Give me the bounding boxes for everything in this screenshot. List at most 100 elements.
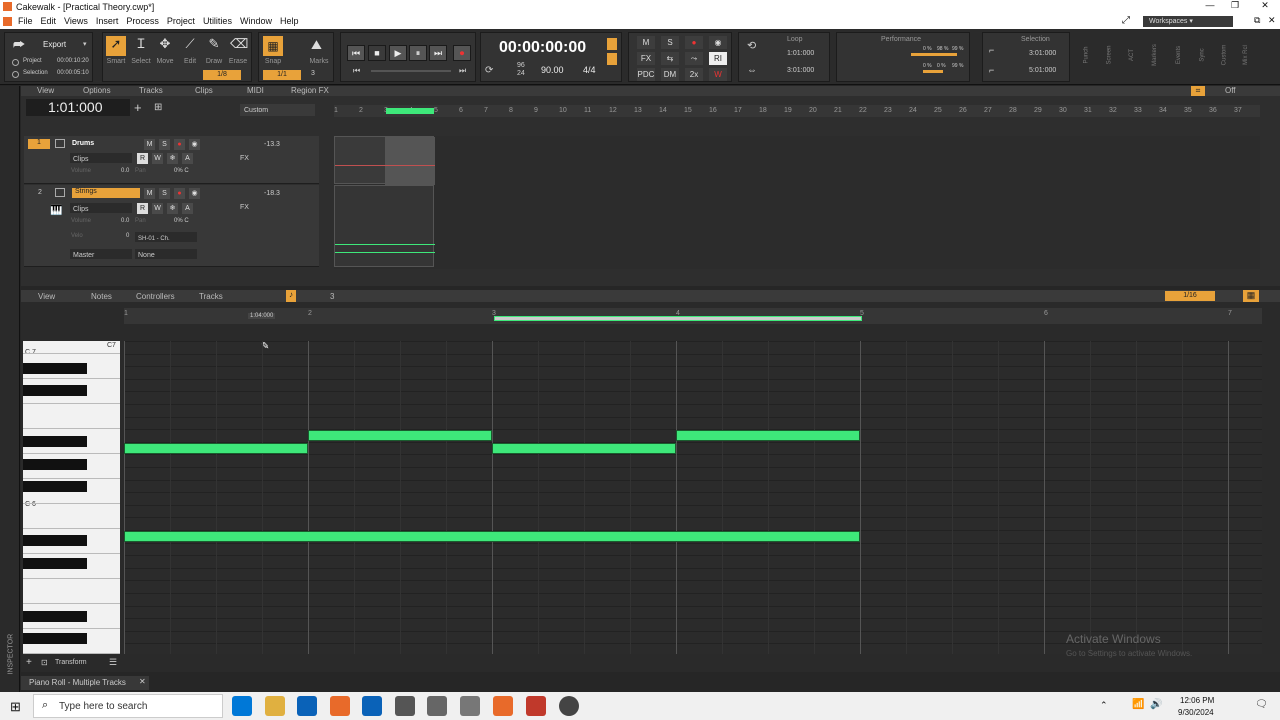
pr-ruler[interactable]: 1:04:000 1 2 3 4 5 6 7 bbox=[124, 308, 1262, 324]
expand-icon[interactable]: ⤢ bbox=[1122, 15, 1130, 26]
black-key[interactable] bbox=[23, 611, 87, 622]
tv-menu-clips[interactable]: Clips bbox=[195, 86, 213, 95]
selection-radio[interactable] bbox=[12, 71, 19, 78]
pr-menu-controllers[interactable]: Controllers bbox=[136, 292, 175, 301]
2x-button[interactable]: 2x bbox=[685, 68, 703, 81]
sync-module[interactable]: Sync bbox=[1200, 48, 1206, 61]
tray-arrow-icon[interactable]: ⌃ bbox=[1100, 700, 1108, 711]
dm-button[interactable]: DM bbox=[661, 68, 679, 81]
track-2[interactable]: 2 Strings M S ● ◉ -18.3 Clips 🎹 R W ❄ A … bbox=[24, 185, 319, 267]
add-controller-icon[interactable]: + bbox=[26, 657, 32, 668]
file-explorer-icon[interactable] bbox=[297, 696, 317, 716]
pan-value[interactable]: 0% C bbox=[174, 218, 189, 224]
go-start-icon[interactable]: ⏮ bbox=[353, 66, 360, 76]
read-button[interactable]: R bbox=[137, 203, 148, 214]
punch-module[interactable]: Punch bbox=[1084, 46, 1090, 63]
countin-button[interactable] bbox=[607, 53, 617, 65]
mixrcl-module[interactable]: Mix Rcl bbox=[1243, 45, 1249, 65]
play-button[interactable]: ▶ bbox=[389, 45, 407, 61]
firefox-icon[interactable] bbox=[330, 696, 350, 716]
close-button[interactable]: ✕ bbox=[1255, 0, 1275, 11]
close-tab-icon[interactable]: ✕ bbox=[139, 677, 146, 686]
stop-button[interactable]: ■ bbox=[368, 45, 386, 61]
workspaces-dropdown[interactable]: Workspaces ▾ bbox=[1143, 16, 1233, 27]
clips-pane[interactable] bbox=[334, 136, 1260, 269]
arm-button[interactable]: ● bbox=[174, 139, 185, 150]
track-folder-icon[interactable]: ⊞ bbox=[154, 102, 162, 113]
events-module[interactable]: Events bbox=[1176, 46, 1182, 64]
snap-grid-button[interactable]: ▦ bbox=[263, 36, 283, 56]
solo-button[interactable]: S bbox=[159, 188, 170, 199]
restore-down-icon[interactable]: ⧉ bbox=[1254, 15, 1260, 26]
transform-label[interactable]: Transform bbox=[55, 659, 87, 666]
tempo-value[interactable]: 90.00 bbox=[541, 65, 564, 75]
transport-time[interactable]: 00:00:00:00 bbox=[499, 39, 586, 57]
sel-end[interactable]: 5:01:000 bbox=[1029, 67, 1056, 74]
edge-icon[interactable] bbox=[265, 696, 285, 716]
menu-views[interactable]: Views bbox=[60, 14, 92, 26]
draw-tool-button[interactable]: ✎ bbox=[204, 36, 224, 56]
black-key[interactable] bbox=[23, 436, 87, 447]
record-button[interactable]: ⏺ bbox=[453, 45, 471, 61]
loop-start[interactable]: 1:01:000 bbox=[787, 50, 814, 57]
volume-value[interactable]: 0.0 bbox=[121, 218, 129, 224]
write-button[interactable]: W bbox=[152, 203, 163, 214]
snap-value-field[interactable]: 1/8 bbox=[203, 70, 241, 80]
midi-note[interactable] bbox=[124, 531, 860, 542]
read-button[interactable]: R bbox=[137, 153, 148, 164]
menu-project[interactable]: Project bbox=[163, 14, 199, 26]
project-radio[interactable] bbox=[12, 59, 19, 66]
sel-end-icon[interactable]: ⌐ bbox=[989, 65, 994, 75]
track-name[interactable]: Strings bbox=[72, 188, 140, 198]
edit-tool-button[interactable]: ⟋ bbox=[180, 36, 200, 56]
now-time-field[interactable]: 1:01:000 bbox=[26, 99, 130, 116]
pdc-button[interactable]: PDC bbox=[637, 68, 655, 81]
midi-note[interactable] bbox=[676, 430, 860, 441]
archive-icon[interactable]: A bbox=[182, 203, 193, 214]
tv-tool-icon[interactable]: ⌗ bbox=[1191, 86, 1205, 96]
fx-bin-label[interactable]: FX bbox=[240, 155, 249, 162]
task-view-icon[interactable] bbox=[232, 696, 252, 716]
loop-toggle-icon[interactable]: ⟳ bbox=[485, 65, 493, 76]
freeze-icon[interactable]: ❄ bbox=[167, 153, 178, 164]
synth-dropdown[interactable]: SH-01 - Ch. bbox=[135, 232, 197, 242]
volume-icon[interactable]: 🔊 bbox=[1150, 699, 1162, 710]
app-circle-icon[interactable] bbox=[559, 696, 579, 716]
custom-module[interactable]: Custom bbox=[1221, 45, 1227, 66]
tv-menu-view[interactable]: View bbox=[37, 86, 54, 95]
add-track-icon[interactable]: + bbox=[134, 100, 142, 115]
freeze-icon[interactable]: ❄ bbox=[167, 203, 178, 214]
position-slider[interactable] bbox=[371, 70, 451, 72]
tv-off-label[interactable]: Off bbox=[1225, 86, 1236, 95]
smart-tool-button[interactable]: ➚ bbox=[106, 36, 126, 56]
pr-menu-notes[interactable]: Notes bbox=[91, 292, 112, 301]
automation-icon[interactable]: ⤳ bbox=[685, 52, 703, 65]
fast-forward-button[interactable]: ⏭ bbox=[429, 45, 447, 61]
pr-note-duration-icon[interactable]: ♪ bbox=[286, 290, 296, 302]
move-tool-button[interactable]: ✥ bbox=[155, 36, 175, 56]
output-dropdown[interactable]: Master bbox=[70, 249, 132, 259]
clock-time[interactable]: 12:06 PM bbox=[1180, 696, 1214, 705]
menu-window[interactable]: Window bbox=[236, 14, 276, 26]
fx-bin-label[interactable]: FX bbox=[240, 204, 249, 211]
loop-set-icon[interactable]: ⇔ bbox=[747, 65, 757, 76]
taskbar-search[interactable]: ⌕ Type here to search bbox=[33, 694, 223, 718]
velocity-value[interactable]: 0 bbox=[126, 233, 129, 239]
notification-icon[interactable]: 🗨 bbox=[1255, 699, 1268, 710]
menu-utilities[interactable]: Utilities bbox=[199, 14, 236, 26]
menu-insert[interactable]: Insert bbox=[92, 14, 123, 26]
go-end-icon[interactable]: ⏭ bbox=[459, 66, 466, 76]
input-echo-icon[interactable]: ◉ bbox=[709, 36, 727, 49]
pause-button[interactable]: ⏸ bbox=[409, 45, 427, 61]
close-doc-icon[interactable]: ✕ bbox=[1268, 15, 1276, 26]
act-module[interactable]: ACT bbox=[1129, 49, 1135, 61]
archive-icon[interactable]: A bbox=[182, 153, 193, 164]
mode-dropdown[interactable]: Clips bbox=[70, 153, 132, 163]
arm-icon[interactable]: ● bbox=[685, 36, 703, 49]
cakewalk-taskbar-icon[interactable] bbox=[493, 696, 513, 716]
black-key[interactable] bbox=[23, 481, 87, 492]
solo-button[interactable]: S bbox=[159, 139, 170, 150]
volume-value[interactable]: 0.0 bbox=[121, 168, 129, 174]
loop-region[interactable] bbox=[386, 108, 434, 114]
calculator-icon[interactable] bbox=[460, 696, 480, 716]
